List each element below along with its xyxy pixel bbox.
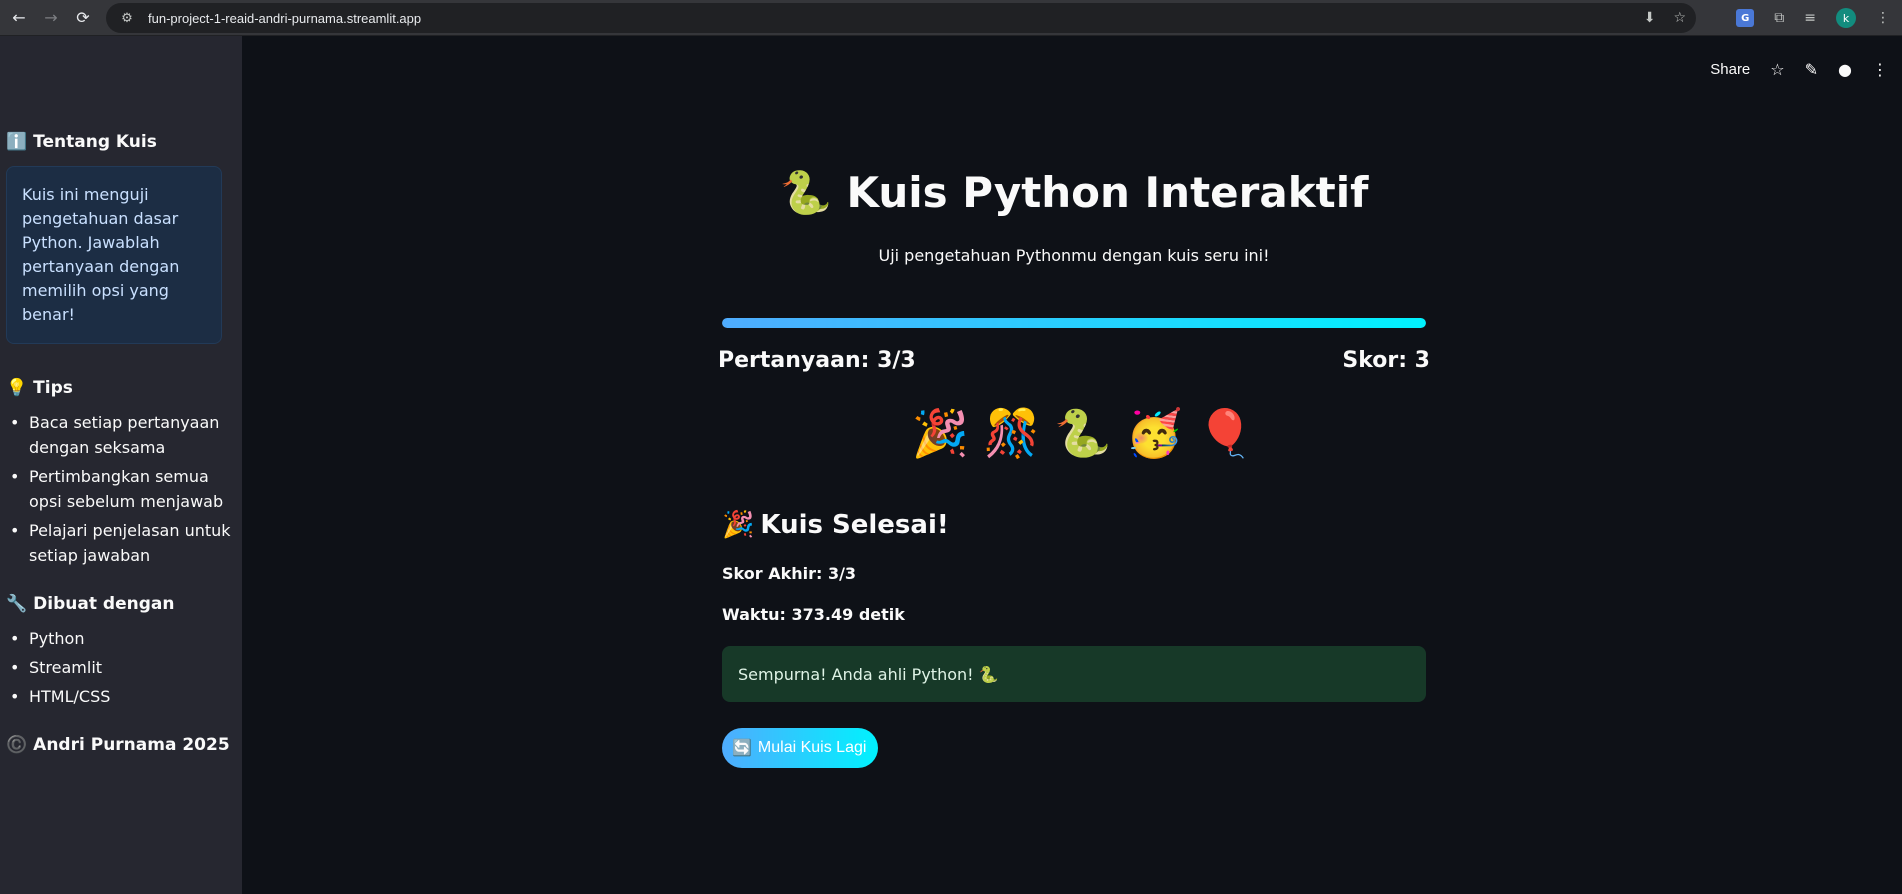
elapsed-time: Waktu: 373.49 detik xyxy=(722,605,905,624)
tips-title: Tips xyxy=(33,378,73,398)
page-title: 🐍 Kuis Python Interaktif xyxy=(722,168,1426,218)
copyright-icon: ©️ xyxy=(6,735,28,755)
edit-pencil-icon[interactable]: ✎ xyxy=(1805,60,1818,79)
app-toolbar: Share ☆ ✎ ● ⋮ xyxy=(1710,60,1888,79)
snake-icon: 🐍 xyxy=(779,168,832,217)
back-icon[interactable]: ← xyxy=(6,5,32,31)
progress-bar xyxy=(722,318,1426,328)
party-face-icon: 🥳 xyxy=(1125,406,1183,460)
browser-menu-icon[interactable]: ⋮ xyxy=(1876,10,1890,26)
address-bar[interactable]: ⚙ fun-project-1-reaid-andri-purnama.stre… xyxy=(106,3,1696,33)
party-popper-icon: 🎉 xyxy=(911,406,970,460)
info-icon: ℹ️ xyxy=(6,132,28,152)
copyright-text: Andri Purnama 2025 xyxy=(33,735,230,755)
main-content: Share ☆ ✎ ● ⋮ 🐍 Kuis Python Interaktif U… xyxy=(242,36,1902,894)
lightbulb-icon: 💡 xyxy=(6,378,28,398)
built-with-heading: 🔧 Dibuat dengan xyxy=(6,594,236,614)
page-subtitle: Uji pengetahuan Pythonmu dengan kuis ser… xyxy=(878,246,1270,265)
wrench-icon: 🔧 xyxy=(6,594,28,614)
question-counter: Pertanyaan: 3/3 xyxy=(718,348,916,373)
url-text[interactable]: fun-project-1-reaid-andri-purnama.stream… xyxy=(148,11,421,26)
copyright-footer: ©️ Andri Purnama 2025 xyxy=(6,735,236,755)
about-title: Tentang Kuis xyxy=(33,132,157,152)
share-button[interactable]: Share xyxy=(1710,61,1750,78)
progress-fill xyxy=(722,318,1426,328)
list-item: HTML/CSS xyxy=(6,684,236,709)
browser-toolbar: ← → ⟳ ⚙ fun-project-1-reaid-andri-purnam… xyxy=(0,0,1902,36)
avatar[interactable]: k xyxy=(1836,8,1856,28)
reload-icon[interactable]: ⟳ xyxy=(70,5,96,31)
celebration-emojis: 🎉 🎊 🐍 🥳 🎈 xyxy=(722,406,1426,461)
tips-list: Baca setiap pertanyaan dengan seksama Pe… xyxy=(6,410,236,568)
extensions-icon[interactable]: ⧉ xyxy=(1774,10,1784,26)
restart-quiz-label: Mulai Kuis Lagi xyxy=(757,739,867,756)
score-counter: Skor: 3 xyxy=(1342,348,1430,373)
bookmark-star-icon[interactable]: ☆ xyxy=(1673,10,1686,26)
confetti-ball-icon: 🎊 xyxy=(983,406,1041,460)
page-title-text: Kuis Python Interaktif xyxy=(846,168,1369,217)
list-item: Python xyxy=(6,626,236,651)
star-icon[interactable]: ☆ xyxy=(1770,60,1784,79)
snake-icon: 🐍 xyxy=(1054,406,1112,460)
github-icon[interactable]: ● xyxy=(1838,60,1852,79)
final-score: Skor Akhir: 3/3 xyxy=(722,564,857,583)
built-with-list: Python Streamlit HTML/CSS xyxy=(6,626,236,709)
list-item: Streamlit xyxy=(6,655,236,680)
balloon-icon: 🎈 xyxy=(1196,406,1255,460)
quiz-status-row: Pertanyaan: 3/3 Skor: 3 xyxy=(718,348,1430,373)
install-app-icon[interactable]: ⬇ xyxy=(1644,10,1656,26)
about-info-box: Kuis ini menguji pengetahuan dasar Pytho… xyxy=(6,166,222,344)
list-item: Pelajari penjelasan untuk setiap jawaban xyxy=(6,518,236,568)
list-item: Baca setiap pertanyaan dengan seksama xyxy=(6,410,236,460)
about-heading: ℹ️ Tentang Kuis xyxy=(6,132,236,152)
list-item: Pertimbangkan semua opsi sebelum menjawa… xyxy=(6,464,236,514)
quiz-complete-heading: 🎉 Kuis Selesai! xyxy=(722,510,949,540)
google-translate-icon[interactable]: G xyxy=(1736,9,1755,27)
forward-icon[interactable]: → xyxy=(38,5,64,31)
success-alert: Sempurna! Anda ahli Python! 🐍 xyxy=(722,646,1426,702)
tips-heading: 💡 Tips xyxy=(6,378,236,398)
site-settings-icon[interactable]: ⚙ xyxy=(116,11,138,26)
success-message: Sempurna! Anda ahli Python! 🐍 xyxy=(738,664,999,684)
about-text: Kuis ini menguji pengetahuan dasar Pytho… xyxy=(22,185,180,324)
media-control-icon[interactable]: ≡ xyxy=(1804,10,1816,26)
quiz-complete-title: Kuis Selesai! xyxy=(760,510,949,540)
restart-quiz-button[interactable]: 🔄 Mulai Kuis Lagi xyxy=(722,728,879,768)
sidebar: ℹ️ Tentang Kuis Kuis ini menguji pengeta… xyxy=(0,36,242,894)
more-menu-icon[interactable]: ⋮ xyxy=(1872,60,1888,79)
built-with-title: Dibuat dengan xyxy=(33,594,175,614)
party-popper-icon: 🎉 xyxy=(722,510,755,540)
restart-icon: 🔄 xyxy=(732,740,752,757)
